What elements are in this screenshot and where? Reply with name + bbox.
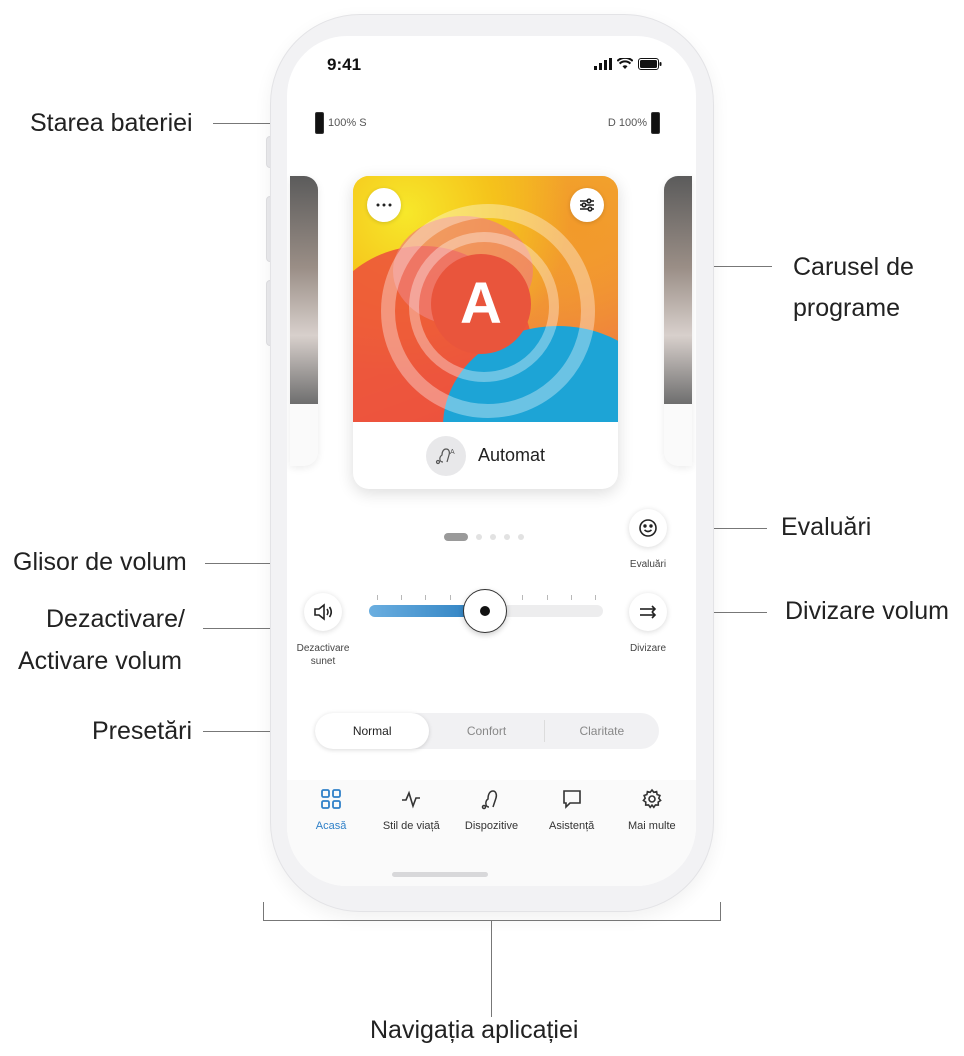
bracket-line [263, 902, 264, 921]
volume-tick [595, 595, 596, 600]
nav-item-label: Mai multe [628, 820, 676, 832]
annotation-ratings: Evaluări [781, 513, 872, 541]
ratings-button[interactable] [629, 509, 667, 547]
volume-tick [377, 595, 378, 600]
gear-icon [642, 788, 662, 809]
volume-tick [522, 595, 524, 600]
mute-label-line2: sunet [310, 656, 336, 667]
volume-tick [570, 595, 572, 600]
nav-item-label: Dispozitive [464, 820, 519, 832]
svg-text:A: A [450, 449, 455, 456]
chat-icon [562, 790, 581, 809]
mute-label-line1: Dezactivare [296, 643, 350, 654]
mute-label: Dezactivare sunet [287, 642, 362, 668]
hearing-aid-battery-icon [315, 112, 324, 134]
nav-item-label: Acasă [315, 820, 347, 832]
annotation-battery-status: Starea bateriei [30, 109, 193, 137]
smiley-icon [639, 519, 657, 537]
annotation-volume-slider: Glisor de volum [13, 548, 187, 576]
battery-left-label: 100% S [328, 117, 367, 129]
activity-icon [402, 790, 421, 809]
annotation-mute-line2: Activare volum [18, 647, 182, 675]
presets-segmented-control: Normal Confort Claritate [315, 713, 659, 749]
grid-icon [321, 789, 341, 809]
battery-left: 100% S [315, 112, 367, 134]
mute-button[interactable] [304, 593, 342, 631]
home-indicator[interactable] [392, 872, 488, 877]
annotation-split-volume: Divizare volum [785, 597, 949, 625]
battery-right-label: D 100% [607, 117, 647, 129]
hearing-aid-battery-icon [651, 112, 660, 134]
speaker-icon [314, 603, 333, 621]
program-name: Automat [477, 445, 546, 465]
bracket-line [491, 920, 492, 1017]
split-arrows-icon [640, 605, 657, 619]
pager-dot[interactable] [518, 534, 524, 540]
volume-tick [449, 595, 451, 600]
hearing-aid-automatic-icon: A [425, 435, 466, 476]
preset-confort[interactable]: Confort [429, 713, 543, 749]
program-image [290, 176, 318, 404]
pager-dot[interactable] [490, 534, 496, 540]
bracket-line [720, 902, 721, 921]
status-time: 9:41 [327, 55, 362, 74]
annotation-app-navigation: Navigația aplicației [370, 1016, 579, 1044]
pager-dot[interactable] [504, 534, 510, 540]
nav-item-label: Asistență [549, 820, 595, 832]
annotation-program-carousel-line1: Carusel de [793, 253, 914, 281]
bracket-line [263, 920, 721, 921]
program-card[interactable]: A A Automat [353, 176, 618, 489]
program-image [664, 176, 692, 404]
program-name-row: A Automat [353, 422, 618, 489]
nav-item-lifestyle[interactable]: Stil de viață [372, 788, 450, 832]
pager-dot[interactable] [476, 534, 482, 540]
hearing-aid-icon [482, 790, 498, 810]
split-volume-button[interactable] [629, 593, 667, 631]
carousel-card-previous[interactable] [290, 176, 318, 466]
volume-tick [425, 595, 427, 600]
status-icons [594, 58, 662, 70]
signal-icon [594, 58, 612, 70]
nav-item-more[interactable]: Mai multe [613, 788, 691, 832]
volume-tick [401, 595, 403, 600]
volume-tick [546, 595, 548, 600]
carousel-card-next[interactable] [664, 176, 692, 466]
preset-claritate[interactable]: Claritate [545, 713, 659, 749]
bottom-navigation: Acasă Stil de viață Dispozitive Asistenț… [287, 788, 696, 832]
annotation-program-carousel-line2: programe [793, 294, 900, 322]
nav-item-support[interactable]: Asistență [533, 788, 611, 832]
preset-normal[interactable]: Normal [315, 713, 430, 749]
split-volume-label: Divizare [629, 643, 667, 654]
volume-slider-knob[interactable] [462, 589, 507, 633]
carousel-pager [444, 533, 524, 541]
wifi-icon [617, 58, 633, 69]
nav-item-home[interactable]: Acasă [292, 788, 370, 832]
battery-icon [638, 58, 662, 70]
annotation-presets: Presetări [92, 717, 193, 745]
nav-item-label: Stil de viață [382, 820, 440, 832]
battery-right: D 100% [608, 112, 660, 134]
phone-screen: 9:41 100% S D 100% A A Automat Evaluări … [287, 36, 696, 886]
ellipsis-icon[interactable] [367, 188, 401, 222]
sliders-icon[interactable] [570, 188, 604, 222]
nav-item-devices[interactable]: Dispozitive [452, 788, 530, 832]
pager-dot-active[interactable] [444, 533, 468, 541]
program-badge: A [431, 254, 531, 354]
ratings-label: Evaluări [629, 559, 667, 570]
annotation-mute-line1: Dezactivare/ [46, 605, 185, 633]
